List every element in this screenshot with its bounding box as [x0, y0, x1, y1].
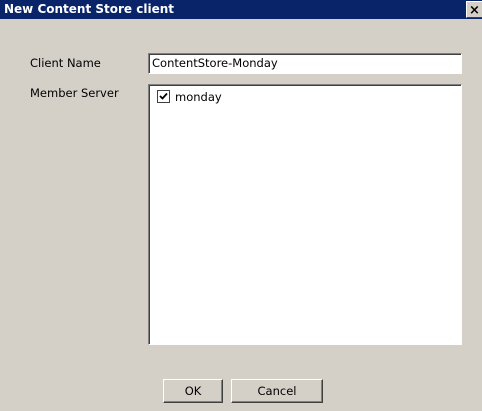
member-server-list[interactable]: monday	[148, 84, 462, 345]
new-content-store-client-dialog: New Content Store client × Client Name C…	[0, 0, 482, 411]
checkmark-icon	[159, 92, 168, 100]
client-name-label: Client Name	[30, 56, 101, 70]
title-bar[interactable]: New Content Store client ×	[0, 0, 482, 19]
client-name-field[interactable]: ContentStore-Monday	[148, 53, 462, 74]
monday-checkbox[interactable]	[157, 90, 170, 103]
window-title: New Content Store client	[4, 2, 174, 16]
cancel-button[interactable]: Cancel	[231, 379, 323, 403]
member-server-item-label: monday	[175, 90, 222, 104]
close-icon[interactable]: ×	[466, 1, 482, 18]
member-server-label: Member Server	[30, 86, 119, 100]
member-server-item-monday[interactable]: monday	[157, 89, 222, 105]
ok-button[interactable]: OK	[163, 379, 223, 403]
